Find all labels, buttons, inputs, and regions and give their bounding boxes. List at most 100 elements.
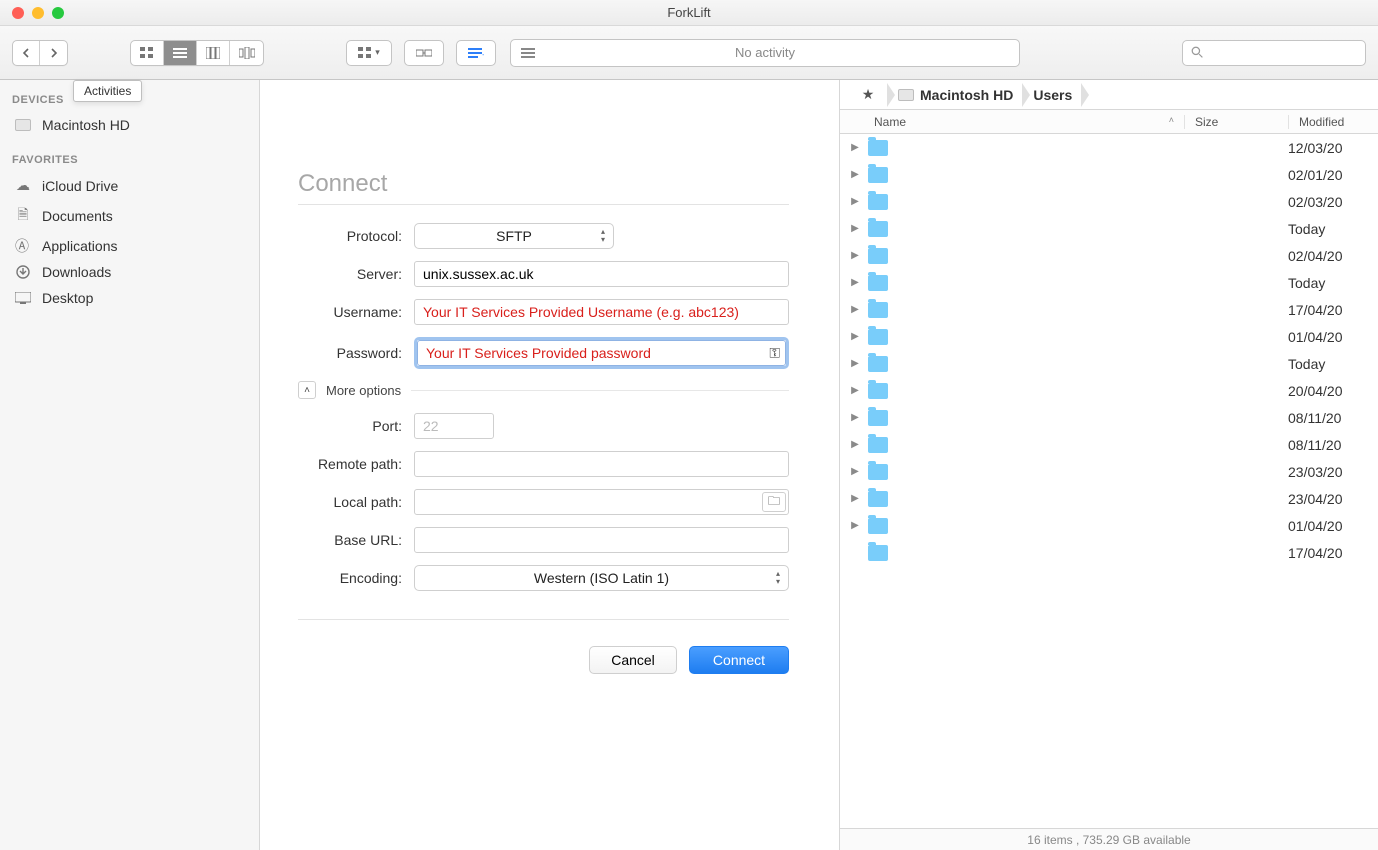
forward-button[interactable] bbox=[40, 41, 67, 65]
modified-date: 23/03/20 bbox=[1288, 464, 1378, 480]
path-disk-label: Macintosh HD bbox=[920, 87, 1013, 103]
file-row[interactable]: ▶08/11/20 bbox=[840, 431, 1378, 458]
disclosure-triangle-icon[interactable]: ▶ bbox=[848, 142, 862, 153]
more-options-label: More options bbox=[326, 383, 401, 398]
applications-icon: Ⓐ bbox=[14, 238, 32, 254]
protocol-select[interactable]: SFTP ▴▾ bbox=[414, 223, 614, 249]
sidebar-item-label: Desktop bbox=[42, 290, 93, 306]
column-view-button[interactable] bbox=[197, 41, 230, 65]
more-options-toggle[interactable]: ˄ bbox=[298, 381, 316, 399]
modified-date: 01/04/20 bbox=[1288, 329, 1378, 345]
disclosure-triangle-icon[interactable]: ▶ bbox=[848, 304, 862, 315]
key-icon[interactable]: ⚿ bbox=[769, 345, 780, 362]
search-input[interactable] bbox=[1182, 40, 1366, 66]
path-segment-disk[interactable]: Macintosh HD bbox=[888, 80, 1023, 109]
column-size[interactable]: Size bbox=[1184, 115, 1288, 129]
sidebar-item-icloud-drive[interactable]: ☁︎ iCloud Drive bbox=[0, 172, 259, 199]
disclosure-triangle-icon[interactable]: ▶ bbox=[848, 223, 862, 234]
username-input[interactable] bbox=[414, 299, 789, 325]
modified-date: 01/04/20 bbox=[1288, 518, 1378, 534]
disclosure-triangle-icon[interactable]: ▶ bbox=[848, 358, 862, 369]
hard-drive-icon bbox=[898, 89, 914, 101]
file-row[interactable]: ▶17/04/20 bbox=[840, 296, 1378, 323]
base-url-input[interactable] bbox=[414, 527, 789, 553]
disclosure-triangle-icon[interactable]: ▶ bbox=[848, 385, 862, 396]
password-input[interactable] bbox=[417, 340, 786, 366]
server-label: Server: bbox=[298, 266, 402, 282]
disclosure-triangle-icon[interactable]: ▶ bbox=[848, 493, 862, 504]
sync-button[interactable] bbox=[404, 40, 444, 66]
icon-view-button[interactable] bbox=[131, 41, 164, 65]
sidebar-item-label: Documents bbox=[42, 208, 113, 224]
disclosure-triangle-icon[interactable]: ▶ bbox=[848, 439, 862, 450]
port-input[interactable] bbox=[414, 413, 494, 439]
file-row[interactable]: ▶ 01/04/20 bbox=[840, 323, 1378, 350]
activity-label: No activity bbox=[511, 45, 1019, 60]
connect-button[interactable]: Connect bbox=[689, 646, 789, 674]
folder-icon bbox=[868, 167, 888, 183]
list-header: Name ˄ Size Modified bbox=[840, 110, 1378, 134]
folder-icon bbox=[868, 437, 888, 453]
file-row[interactable]: ▶ 01/04/20 bbox=[840, 512, 1378, 539]
sidebar-item-downloads[interactable]: Downloads bbox=[0, 259, 259, 285]
group-by-button[interactable]: ▾ bbox=[346, 40, 392, 66]
folder-icon bbox=[868, 194, 888, 210]
gallery-view-button[interactable] bbox=[230, 41, 263, 65]
file-row[interactable]: ▶Today bbox=[840, 215, 1378, 242]
column-modified[interactable]: Modified bbox=[1288, 115, 1378, 129]
titlebar: ForkLift bbox=[0, 0, 1378, 26]
browser-pane: ★ Macintosh HD Users Name ˄ Size Modifie… bbox=[840, 80, 1378, 850]
local-path-input[interactable] bbox=[414, 489, 789, 515]
download-icon bbox=[14, 265, 32, 279]
file-row[interactable]: ▶02/01/20 bbox=[840, 161, 1378, 188]
star-icon: ★ bbox=[858, 86, 878, 103]
file-row[interactable]: ▶ 20/04/20 bbox=[840, 377, 1378, 404]
favorites-star[interactable]: ★ bbox=[848, 80, 888, 109]
sidebar-item-macintosh-hd[interactable]: Macintosh HD bbox=[0, 112, 259, 138]
folder-icon bbox=[868, 329, 888, 345]
disclosure-triangle-icon[interactable]: ▶ bbox=[848, 331, 862, 342]
file-row[interactable]: ▶08/11/20 bbox=[840, 404, 1378, 431]
file-row[interactable]: ▶02/03/20 bbox=[840, 188, 1378, 215]
folder-icon bbox=[868, 356, 888, 372]
view-switcher bbox=[130, 40, 264, 66]
disclosure-triangle-icon[interactable]: ▶ bbox=[848, 250, 862, 261]
file-row[interactable]: ▶Today bbox=[840, 269, 1378, 296]
protocol-value: SFTP bbox=[496, 228, 532, 244]
disclosure-triangle-icon[interactable]: ▶ bbox=[848, 520, 862, 531]
file-row[interactable]: ▶02/04/20 bbox=[840, 242, 1378, 269]
server-input[interactable] bbox=[414, 261, 789, 287]
file-row[interactable]: 17/04/20 bbox=[840, 539, 1378, 566]
remote-path-label: Remote path: bbox=[298, 456, 402, 472]
folder-icon bbox=[868, 140, 888, 156]
disclosure-triangle-icon[interactable]: ▶ bbox=[848, 412, 862, 423]
document-icon: 🗎 bbox=[14, 204, 32, 228]
path-bar: ★ Macintosh HD Users bbox=[840, 80, 1378, 110]
file-row[interactable]: ▶12/03/20 bbox=[840, 134, 1378, 161]
sidebar-item-applications[interactable]: Ⓐ Applications bbox=[0, 233, 259, 259]
path-segment-dir[interactable]: Users bbox=[1023, 80, 1082, 109]
sidebar-item-label: iCloud Drive bbox=[42, 178, 118, 194]
sidebar-item-desktop[interactable]: Desktop bbox=[0, 285, 259, 311]
remote-path-input[interactable] bbox=[414, 451, 789, 477]
disclosure-triangle-icon[interactable]: ▶ bbox=[848, 466, 862, 477]
disclosure-triangle-icon[interactable]: ▶ bbox=[848, 196, 862, 207]
sidebar-item-documents[interactable]: 🗎 Documents bbox=[0, 199, 259, 233]
back-button[interactable] bbox=[13, 41, 40, 65]
file-row[interactable]: ▶ Today bbox=[840, 350, 1378, 377]
browse-folder-button[interactable]: 🗀 bbox=[762, 492, 786, 512]
encoding-select[interactable]: Western (ISO Latin 1) ▴▾ bbox=[414, 565, 789, 591]
cancel-button[interactable]: Cancel bbox=[589, 646, 677, 674]
disclosure-triangle-icon[interactable]: ▶ bbox=[848, 169, 862, 180]
disclosure-triangle-icon[interactable]: ▶ bbox=[848, 277, 862, 288]
file-row[interactable]: ▶ 23/03/20 bbox=[840, 458, 1378, 485]
column-name[interactable]: Name ˄ bbox=[840, 115, 1184, 129]
file-row[interactable]: ▶23/04/20 bbox=[840, 485, 1378, 512]
file-list: ▶12/03/20▶02/01/20▶02/03/20▶Today▶02/04/… bbox=[840, 134, 1378, 828]
list-view-button[interactable] bbox=[164, 41, 197, 65]
activities-button[interactable]: + bbox=[456, 40, 496, 66]
protocol-label: Protocol: bbox=[298, 228, 402, 244]
modified-date: 20/04/20 bbox=[1288, 383, 1378, 399]
base-url-label: Base URL: bbox=[298, 532, 402, 548]
modified-date: Today bbox=[1288, 356, 1378, 372]
